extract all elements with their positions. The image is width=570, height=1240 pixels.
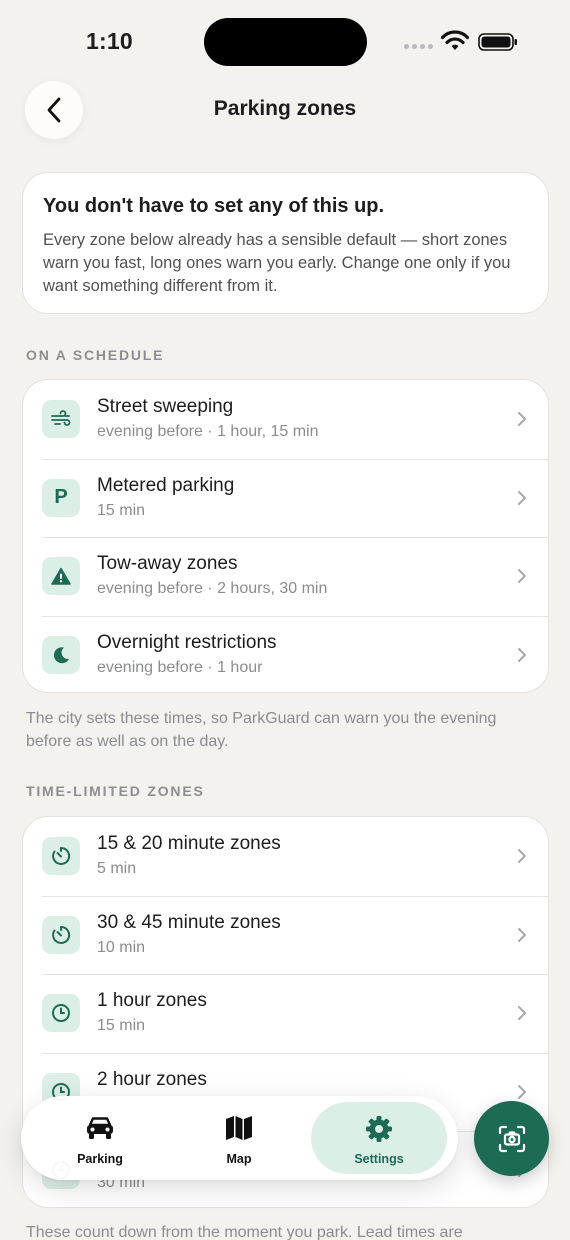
dynamic-island <box>204 18 367 66</box>
row-subtitle: evening before · 1 hour <box>97 658 263 676</box>
list-item-tow-away-zones[interactable]: Tow-away zones evening before · 2 hours,… <box>23 537 548 616</box>
clock-icon <box>42 994 80 1032</box>
parking-p-icon: P <box>42 478 80 517</box>
schedule-footnote: The city sets these times, so ParkGuard … <box>26 710 497 750</box>
list-item-30-45-minute-zones[interactable]: 30 & 45 minute zones 10 min <box>23 895 548 975</box>
chevron-right-icon <box>518 647 526 662</box>
section-label-schedule: ON A SCHEDULE <box>26 347 165 363</box>
car-icon <box>87 1117 113 1139</box>
row-title: 1 hour zones <box>97 990 207 1011</box>
row-title: 2 hour zones <box>97 1068 207 1090</box>
tab-bar: Parking Map Settings <box>21 1096 458 1180</box>
tab-label: Map <box>226 1152 252 1166</box>
tab-settings[interactable]: Settings <box>311 1102 447 1174</box>
row-subtitle: evening before · 1 hour, 15 min <box>97 423 319 440</box>
info-card: You don't have to set any of this up. Ev… <box>22 172 549 314</box>
gear-icon <box>366 1116 392 1142</box>
row-title: Street sweeping <box>97 396 234 417</box>
status-bar: 1:10 <box>0 0 570 84</box>
row-subtitle: evening before · 2 hours, 30 min <box>97 580 328 597</box>
warning-icon <box>42 557 80 595</box>
row-subtitle: 15 min <box>97 501 146 519</box>
timer-icon <box>42 915 80 954</box>
scan-camera-button[interactable] <box>474 1101 549 1176</box>
camera-scan-icon <box>498 1125 525 1152</box>
tab-label: Settings <box>354 1152 404 1166</box>
list-item-metered-parking[interactable]: P Metered parking 15 min <box>23 458 548 538</box>
schedule-group: Street sweeping evening before · 1 hour,… <box>22 379 549 693</box>
chevron-right-icon <box>518 927 526 942</box>
tab-label: Parking <box>77 1152 123 1166</box>
section-label-time-limited: TIME-LIMITED ZONES <box>26 783 205 799</box>
cellular-signal-icon <box>404 44 433 49</box>
map-icon <box>226 1116 252 1140</box>
row-title: 30 & 45 minute zones <box>97 911 281 933</box>
row-subtitle: 15 min <box>97 1017 146 1034</box>
info-card-body: Every zone below already has a sensible … <box>43 231 511 295</box>
chevron-right-icon <box>518 1084 526 1099</box>
row-title: Overnight restrictions <box>97 631 277 653</box>
wind-icon <box>42 400 80 438</box>
chevron-right-icon <box>518 1006 526 1020</box>
status-time: 1:10 <box>86 28 133 54</box>
tab-parking[interactable]: Parking <box>32 1102 168 1174</box>
list-item-street-sweeping[interactable]: Street sweeping evening before · 1 hour,… <box>23 380 548 459</box>
page-title: Parking zones <box>213 97 357 120</box>
row-subtitle: 5 min <box>97 860 137 877</box>
timer-icon <box>42 837 80 875</box>
info-card-title: You don't have to set any of this up. <box>43 195 385 217</box>
battery-icon <box>478 33 517 51</box>
list-item-15-20-minute-zones[interactable]: 15 & 20 minute zones 5 min <box>23 817 548 896</box>
list-item-1-hour-zones[interactable]: 1 hour zones 15 min <box>23 974 548 1053</box>
row-subtitle: 10 min <box>97 938 146 956</box>
row-title: Metered parking <box>97 474 235 496</box>
chevron-right-icon <box>518 412 526 426</box>
chevron-right-icon <box>518 490 526 505</box>
list-item-overnight-restrictions[interactable]: Overnight restrictions evening before · … <box>23 615 548 693</box>
chevron-right-icon <box>518 849 526 863</box>
chevron-right-icon <box>518 569 526 583</box>
moon-icon <box>42 635 80 674</box>
tab-map[interactable]: Map <box>171 1102 307 1174</box>
row-title: Tow-away zones <box>97 553 238 574</box>
row-title: 15 & 20 minute zones <box>97 833 281 854</box>
time-limited-footnote: These count down from the moment you par… <box>26 1224 463 1240</box>
wifi-icon <box>440 30 470 50</box>
